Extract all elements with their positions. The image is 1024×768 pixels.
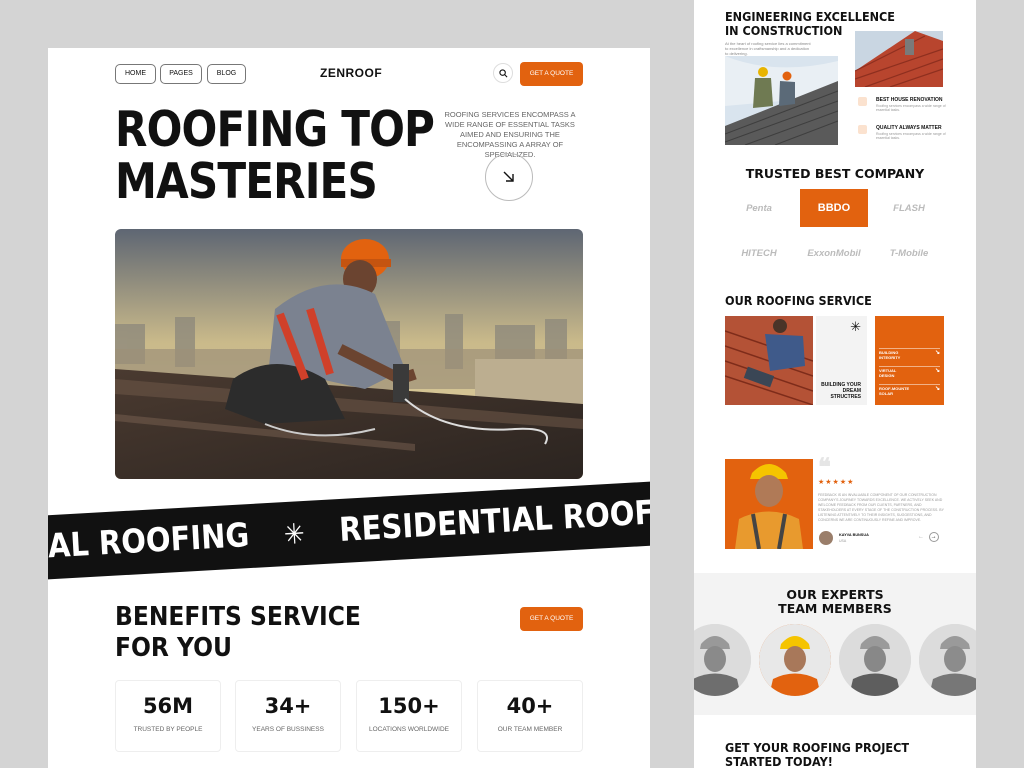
testimonial-nav: ← → <box>918 532 939 542</box>
benefits-quote-button[interactable]: GET A QUOTE <box>520 607 583 631</box>
service-item[interactable]: BUILDING INTEGRITY ↘ <box>879 348 940 364</box>
asterisk-icon: ✳ <box>283 517 306 552</box>
arrow-icon: ↘ <box>934 386 940 392</box>
marquee-item-commercial: RCIAL ROOFING <box>48 515 251 569</box>
team-member-photo[interactable] <box>919 624 976 696</box>
stat-label: YEARS OF BUSSINESS <box>252 726 324 733</box>
top-nav: HOME PAGES BLOG ZENROOF GET A QUOTE <box>115 62 583 87</box>
service-title: OUR ROOFING SERVICE <box>725 293 872 308</box>
partner-logo-bbdo: BBDO <box>800 189 868 227</box>
stat-label: OUR TEAM MEMBER <box>497 726 563 733</box>
service-list: BUILDING INTEGRITY ↘ VIRTUAL DESIGN ↘ ROOF… <box>875 316 944 405</box>
author-location: USA <box>839 539 847 543</box>
marquee-item-residential: RESIDENTIAL ROOF <box>338 492 650 550</box>
hero-title-line1: ROOFING TOP <box>115 101 435 158</box>
hero-title-line2: MASTERIES <box>115 153 378 210</box>
team-member-photo[interactable] <box>694 624 751 696</box>
author-name: KAYVA BUNSUA <box>839 533 869 537</box>
benefits-title-line1: BENEFITS SERVICE <box>115 602 361 632</box>
get-quote-button[interactable]: GET A QUOTE <box>520 62 583 86</box>
testimonial-text: FEEDBACK IS AN INVALUABLE COMPONENT OF O… <box>818 493 944 522</box>
cta-title-line1: GET YOUR ROOFING PROJECT <box>725 740 910 755</box>
service-highlight-text: BUILDING YOUR DREAM STRUCTRES <box>821 382 861 400</box>
cta-title: GET YOUR ROOFING PROJECT STARTED TODAY! <box>725 741 909 768</box>
house-icon <box>858 97 867 106</box>
experts-title: OUR EXPERTS TEAM MEMBERS <box>694 588 976 616</box>
experts-title-line2: TEAM MEMBERS <box>778 601 892 616</box>
cta-title-line2: STARTED TODAY! <box>725 754 833 768</box>
hero-title: ROOFING TOP MASTERIES <box>115 101 435 210</box>
partner-logo-exxonmobil: ExxonMobil <box>807 247 861 259</box>
scroll-down-button[interactable] <box>485 153 533 201</box>
stat-value: 56M <box>142 694 194 718</box>
team-member-photo[interactable] <box>759 624 831 696</box>
avatar <box>819 531 833 545</box>
stat-card: 56M TRUSTED BY PEOPLE <box>115 680 221 752</box>
nav-blog-button[interactable]: BLOG <box>207 64 246 84</box>
search-icon <box>498 68 507 77</box>
arrow-down-right-icon <box>503 171 514 182</box>
team-member-photo[interactable] <box>839 624 911 696</box>
feature-description: Roofing services encompass a wide range … <box>876 132 946 140</box>
trusted-title: TRUSTED BEST COMPANY <box>745 166 925 181</box>
service-item-label: VIRTUAL DESIGN <box>879 368 897 378</box>
feature-description: Roofing services encompass a wide range … <box>876 104 946 112</box>
stat-card: 40+ OUR TEAM MEMBER <box>477 680 583 752</box>
nav-home-button[interactable]: HOME <box>115 64 156 84</box>
rating-stars: ★★★★★ <box>818 479 855 486</box>
stat-card: 150+ LOCATIONS WORLDWIDE <box>356 680 462 752</box>
experts-section: OUR EXPERTS TEAM MEMBERS <box>694 573 976 715</box>
benefits-title: BENEFITS SERVICE FOR YOU <box>115 602 361 664</box>
chevron-right-icon[interactable]: → <box>928 532 939 542</box>
stat-value: 40+ <box>506 694 554 718</box>
landing-page-main: HOME PAGES BLOG ZENROOF GET A QUOTE ROOF… <box>48 48 650 768</box>
service-item[interactable]: VIRTUAL DESIGN ↘ <box>879 366 940 382</box>
arrow-icon: ↘ <box>934 368 940 374</box>
stat-value: 150+ <box>378 694 440 718</box>
testimonial-worker-photo <box>725 459 813 549</box>
engineering-description: At the heart of roofing service lies a c… <box>725 41 811 56</box>
arrow-icon: ↘ <box>934 350 940 356</box>
quality-icon <box>858 125 867 134</box>
partner-logo-flash: FLASH <box>893 202 925 214</box>
engineering-title-line1: ENGINEERING EXCELLENCE <box>725 9 896 24</box>
nav-pages-button[interactable]: PAGES <box>160 64 202 84</box>
partner-logo-hitech: HITECH <box>741 247 777 259</box>
brand-logo[interactable]: ZENROOF <box>320 66 382 80</box>
partner-logo-tmobile: T-Mobile <box>889 247 929 259</box>
services-marquee: RCIAL ROOFING ✳ RESIDENTIAL ROOF <box>48 479 650 581</box>
quote-icon: ❝ <box>818 452 831 481</box>
asterisk-icon: ✳ <box>850 319 861 334</box>
service-item[interactable]: ROOF-MOUNTE SOLAR ↘ <box>879 384 940 400</box>
partner-logo-penta: Penta <box>746 202 772 214</box>
feature-title: QUALITY ALWAYS MATTER <box>876 125 942 131</box>
stat-label: TRUSTED BY PEOPLE <box>133 726 203 733</box>
hero-roofer-photo <box>115 229 583 479</box>
landing-page-sections: ENGINEERING EXCELLENCE IN CONSTRUCTION A… <box>694 0 976 768</box>
service-highlight-card: ✳ BUILDING YOUR DREAM STRUCTRES <box>816 316 867 405</box>
benefits-title-line2: FOR YOU <box>115 633 233 663</box>
feature-title: BEST HOUSE RENOVATION <box>876 97 943 103</box>
roof-tiles-photo <box>855 31 943 87</box>
chevron-left-icon[interactable]: ← <box>918 534 924 540</box>
service-photo <box>725 316 813 405</box>
service-item-label: BUILDING INTEGRITY <box>879 350 901 360</box>
roofers-photo <box>725 56 838 145</box>
experts-title-line1: OUR EXPERTS <box>786 587 884 602</box>
search-button[interactable] <box>493 63 513 83</box>
stat-card: 34+ YEARS OF BUSSINESS <box>235 680 341 752</box>
stat-label: LOCATIONS WORLDWIDE <box>368 726 450 733</box>
stat-value: 34+ <box>264 694 312 718</box>
service-item-label: ROOF-MOUNTE SOLAR <box>879 386 910 396</box>
